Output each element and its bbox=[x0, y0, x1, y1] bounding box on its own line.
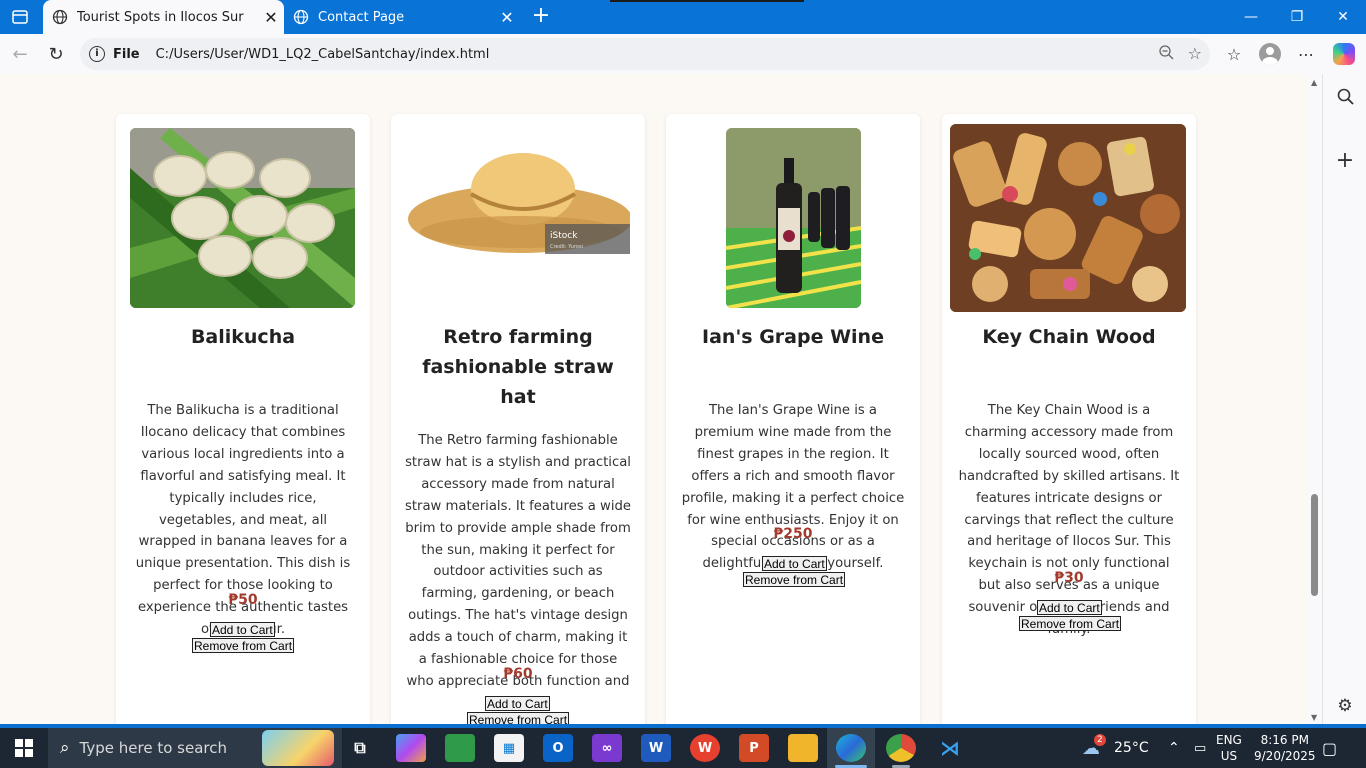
remove-from-cart-button[interactable]: Remove from Cart bbox=[1019, 616, 1122, 631]
profile-icon[interactable] bbox=[1256, 41, 1284, 67]
word-icon[interactable]: W bbox=[641, 734, 671, 762]
tab-title: Tourist Spots in Ilocos Sur bbox=[77, 9, 244, 25]
vscode-icon[interactable]: ⋊ bbox=[935, 734, 965, 762]
product-price: ₱60 bbox=[503, 666, 533, 682]
clock-time: 8:16 PM bbox=[1260, 733, 1309, 747]
page-viewport: Balikucha The Balikucha is a traditional… bbox=[0, 74, 1308, 724]
taskbar-search[interactable]: ⌕ Type here to search bbox=[48, 728, 342, 768]
sidebar-search-icon[interactable] bbox=[1331, 82, 1359, 110]
product-card-straw-hat: iStock Credit: Yurosi Retro farming fash… bbox=[391, 114, 645, 724]
globe-icon bbox=[293, 9, 309, 25]
settings-icon[interactable]: ⚙ bbox=[1331, 692, 1359, 720]
weather-widget[interactable]: ☁ 2 25°C bbox=[1082, 728, 1149, 768]
temperature: 25°C bbox=[1114, 740, 1149, 756]
chrome-icon[interactable] bbox=[886, 734, 916, 762]
minimize-icon[interactable]: — bbox=[1228, 0, 1274, 34]
product-image-balikucha bbox=[130, 128, 355, 308]
back-icon[interactable]: ← bbox=[6, 41, 34, 67]
product-card-grape-wine: Ian's Grape Wine The Ian's Grape Wine is… bbox=[666, 114, 920, 724]
new-tab-icon[interactable]: + bbox=[528, 4, 554, 30]
browser-toolbar: ← ↻ i File C:/Users/User/WD1_LQ2_CabelSa… bbox=[0, 34, 1366, 74]
language-line1: ENG bbox=[1216, 733, 1242, 747]
language-indicator[interactable]: ENG US bbox=[1216, 728, 1242, 768]
product-image-grape-wine bbox=[726, 128, 861, 308]
sidebar-add-icon[interactable]: + bbox=[1331, 146, 1359, 174]
notifications-icon[interactable]: ▢ bbox=[1322, 728, 1337, 768]
close-window-icon[interactable]: ✕ bbox=[1320, 0, 1366, 34]
close-icon[interactable]: ✕ bbox=[258, 8, 284, 27]
product-title: Retro farming fashionable straw hat bbox=[422, 326, 614, 408]
product-image-key-chain-wood bbox=[950, 124, 1186, 312]
product-price: ₱30 bbox=[1054, 570, 1084, 586]
add-to-cart-button[interactable]: Add to Cart bbox=[762, 556, 827, 571]
powerpoint-icon[interactable]: P bbox=[739, 734, 769, 762]
image-credit: Credit: Yurosi bbox=[550, 244, 583, 250]
maximize-icon[interactable]: ❐ bbox=[1274, 0, 1320, 34]
product-image-straw-hat: iStock Credit: Yurosi bbox=[405, 144, 630, 269]
search-icon: ⌕ bbox=[60, 738, 70, 758]
copilot-icon[interactable] bbox=[1330, 41, 1358, 67]
scrollbar-thumb[interactable] bbox=[1311, 494, 1318, 596]
browser-titlebar: Tourist Spots in Ilocos Sur ✕ Contact Pa… bbox=[0, 0, 1366, 34]
product-description: The Ian's Grape Wine is a premium wine m… bbox=[681, 403, 905, 572]
copilot-app-icon[interactable] bbox=[396, 734, 426, 762]
weather-badge: 2 bbox=[1094, 733, 1106, 746]
add-to-cart-button[interactable]: Add to Cart bbox=[485, 696, 550, 711]
image-app-icon[interactable] bbox=[445, 734, 475, 762]
weather-icon: ☁ 2 bbox=[1082, 733, 1106, 759]
window-controls: — ❐ ✕ bbox=[1228, 0, 1366, 34]
windows-icon bbox=[15, 739, 33, 757]
info-icon[interactable]: i bbox=[89, 46, 105, 62]
search-highlight-image bbox=[262, 730, 334, 766]
add-to-cart-button[interactable]: Add to Cart bbox=[1037, 600, 1102, 615]
address-bar[interactable]: i File C:/Users/User/WD1_LQ2_CabelSantch… bbox=[80, 38, 1210, 70]
tab-actions-icon[interactable] bbox=[8, 6, 32, 28]
remove-from-cart-button[interactable]: Remove from Cart bbox=[467, 712, 570, 724]
product-title: Balikucha bbox=[190, 326, 296, 348]
tab-tourist-spots[interactable]: Tourist Spots in Ilocos Sur ✕ bbox=[43, 0, 284, 34]
edge-icon[interactable] bbox=[836, 734, 866, 762]
task-view-icon[interactable]: ⧉ bbox=[345, 734, 375, 762]
tab-contact-page[interactable]: Contact Page ✕ bbox=[284, 0, 520, 34]
network-icon[interactable]: ▭ bbox=[1194, 728, 1206, 768]
drag-indicator bbox=[610, 0, 804, 2]
product-card-key-chain-wood: Key Chain Wood The Key Chain Wood is a c… bbox=[942, 114, 1196, 724]
file-explorer-icon[interactable] bbox=[788, 734, 818, 762]
scroll-down-icon[interactable]: ▼ bbox=[1311, 713, 1317, 722]
favorite-star-icon[interactable]: ☆ bbox=[1188, 44, 1202, 64]
show-hidden-icons-icon[interactable]: ⌃ bbox=[1168, 728, 1180, 768]
windows-taskbar: ⌕ Type here to search ⧉ ▦ O ∞ W W P ⋊ ☁ … bbox=[0, 728, 1366, 768]
favorites-icon[interactable]: ☆ bbox=[1220, 41, 1248, 67]
image-watermark: iStock bbox=[550, 231, 578, 241]
visual-studio-icon[interactable]: ∞ bbox=[592, 734, 622, 762]
url-text[interactable]: C:/Users/User/WD1_LQ2_CabelSantchay/inde… bbox=[156, 47, 490, 62]
refresh-icon[interactable]: ↻ bbox=[42, 41, 70, 67]
globe-icon bbox=[52, 9, 68, 25]
clock-date: 9/20/2025 bbox=[1254, 749, 1316, 763]
close-icon[interactable]: ✕ bbox=[494, 8, 520, 27]
scroll-up-icon[interactable]: ▲ bbox=[1311, 78, 1317, 87]
language-line2: US bbox=[1220, 749, 1238, 763]
start-button[interactable] bbox=[0, 728, 48, 768]
remove-from-cart-button[interactable]: Remove from Cart bbox=[192, 638, 295, 653]
product-price: ₱50 bbox=[228, 592, 258, 608]
tab-title: Contact Page bbox=[318, 9, 405, 25]
more-icon[interactable]: ⋯ bbox=[1292, 41, 1320, 67]
clock[interactable]: 8:16 PM 9/20/2025 bbox=[1254, 728, 1316, 768]
remove-from-cart-button[interactable]: Remove from Cart bbox=[743, 572, 846, 587]
scheme-label: File bbox=[113, 46, 140, 62]
wps-icon[interactable]: W bbox=[690, 734, 720, 762]
edge-sidebar: + ⚙ bbox=[1322, 74, 1366, 724]
zoom-icon[interactable] bbox=[1158, 44, 1174, 64]
product-title: Key Chain Wood bbox=[982, 326, 1156, 348]
store-icon[interactable]: ▦ bbox=[494, 734, 524, 762]
product-card-balikucha: Balikucha The Balikucha is a traditional… bbox=[116, 114, 370, 724]
search-placeholder: Type here to search bbox=[79, 739, 227, 757]
product-title: Ian's Grape Wine bbox=[702, 326, 884, 348]
outlook-icon[interactable]: O bbox=[543, 734, 573, 762]
product-price: ₱250 bbox=[773, 526, 813, 542]
page-scrollbar[interactable]: ▲ ▼ bbox=[1308, 74, 1322, 724]
add-to-cart-button[interactable]: Add to Cart bbox=[210, 622, 275, 637]
